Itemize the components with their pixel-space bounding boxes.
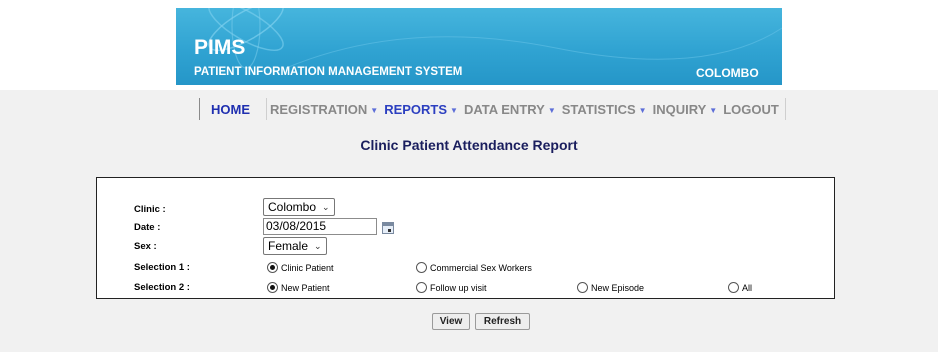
nav-registration[interactable]: REGISTRATION ▼ (266, 98, 381, 120)
radio-circle[interactable] (728, 282, 739, 293)
radio-circle[interactable] (267, 262, 278, 273)
sex-select[interactable]: Female ⌄ (263, 237, 327, 255)
radio-commercial-sex-workers[interactable]: Commercial Sex Workers (416, 262, 532, 273)
radio-all-label: All (742, 282, 753, 293)
radio-new-episode-label: New Episode (591, 282, 645, 293)
radio-clinic-patient-label: Clinic Patient (281, 262, 334, 273)
clinic-select[interactable]: Colombo ⌄ (263, 198, 335, 216)
nav-data-entry[interactable]: DATA ENTRY ▼ (461, 98, 559, 120)
nav-reports[interactable]: REPORTS ▼ (381, 98, 461, 120)
chevron-down-icon: ▼ (450, 105, 458, 115)
app-subtitle: PATIENT INFORMATION MANAGEMENT SYSTEM (194, 66, 463, 78)
radio-circle[interactable] (416, 262, 427, 273)
nav-home[interactable]: HOME (199, 98, 266, 120)
radio-clinic-patient[interactable]: Clinic Patient (267, 262, 334, 273)
radio-follow-up-visit-label: Follow up visit (430, 282, 487, 293)
nav-registration-label: REGISTRATION (270, 101, 368, 117)
radio-circle[interactable] (267, 282, 278, 293)
nav-logout-label: LOGOUT (723, 101, 779, 117)
radio-circle[interactable] (577, 282, 588, 293)
date-label: Date : (134, 222, 161, 233)
sex-label: Sex : (134, 241, 157, 252)
page-header: PIMS PATIENT INFORMATION MANAGEMENT SYST… (0, 0, 938, 90)
sex-select-value: Female (268, 239, 309, 253)
nav-data-entry-label: DATA ENTRY (463, 101, 545, 117)
radio-all[interactable]: All (728, 282, 752, 293)
calendar-icon[interactable] (382, 222, 394, 234)
chevron-down-icon: ▼ (547, 105, 556, 115)
chevron-down-icon: ▼ (638, 105, 647, 115)
nav-home-label: HOME (211, 101, 250, 117)
nav-inquiry[interactable]: INQUIRY ▼ (650, 98, 721, 120)
radio-new-patient[interactable]: New Patient (267, 282, 330, 293)
report-title: Clinic Patient Attendance Report (360, 137, 578, 153)
view-button[interactable]: View (432, 313, 470, 330)
header-banner: PIMS PATIENT INFORMATION MANAGEMENT SYST… (176, 8, 782, 85)
clinic-label: Clinic : (134, 204, 166, 215)
radio-commercial-sex-workers-label: Commercial Sex Workers (430, 262, 532, 273)
chevron-down-icon: ⌄ (314, 240, 322, 251)
refresh-button[interactable]: Refresh (475, 313, 530, 330)
chevron-down-icon: ▼ (370, 105, 379, 115)
main-nav: HOME REGISTRATION ▼ REPORTS ▼ DATA ENTRY ▼ … (199, 95, 786, 123)
radio-follow-up-visit[interactable]: Follow up visit (416, 282, 487, 293)
radio-new-episode[interactable]: New Episode (577, 282, 644, 293)
selection1-label: Selection 1 : (134, 262, 190, 273)
nav-reports-label: REPORTS (384, 101, 448, 117)
radio-new-patient-label: New Patient (281, 282, 330, 293)
nav-divider (784, 98, 786, 120)
selection2-label: Selection 2 : (134, 282, 190, 293)
nav-statistics[interactable]: STATISTICS ▼ (559, 98, 650, 120)
app-title: PIMS (194, 36, 246, 59)
clinic-select-value: Colombo (268, 200, 317, 214)
nav-logout[interactable]: LOGOUT (720, 98, 782, 120)
nav-statistics-label: STATISTICS (561, 101, 636, 117)
location-label: COLOMBO (696, 66, 759, 80)
chevron-down-icon: ⌄ (322, 201, 330, 212)
radio-circle[interactable] (416, 282, 427, 293)
date-input[interactable]: 03/08/2015 (263, 218, 377, 235)
report-filter-form: Clinic : Colombo ⌄ Date : 03/08/2015 Sex… (96, 177, 835, 299)
nav-inquiry-label: INQUIRY (652, 101, 707, 117)
chevron-down-icon: ▼ (709, 105, 718, 115)
